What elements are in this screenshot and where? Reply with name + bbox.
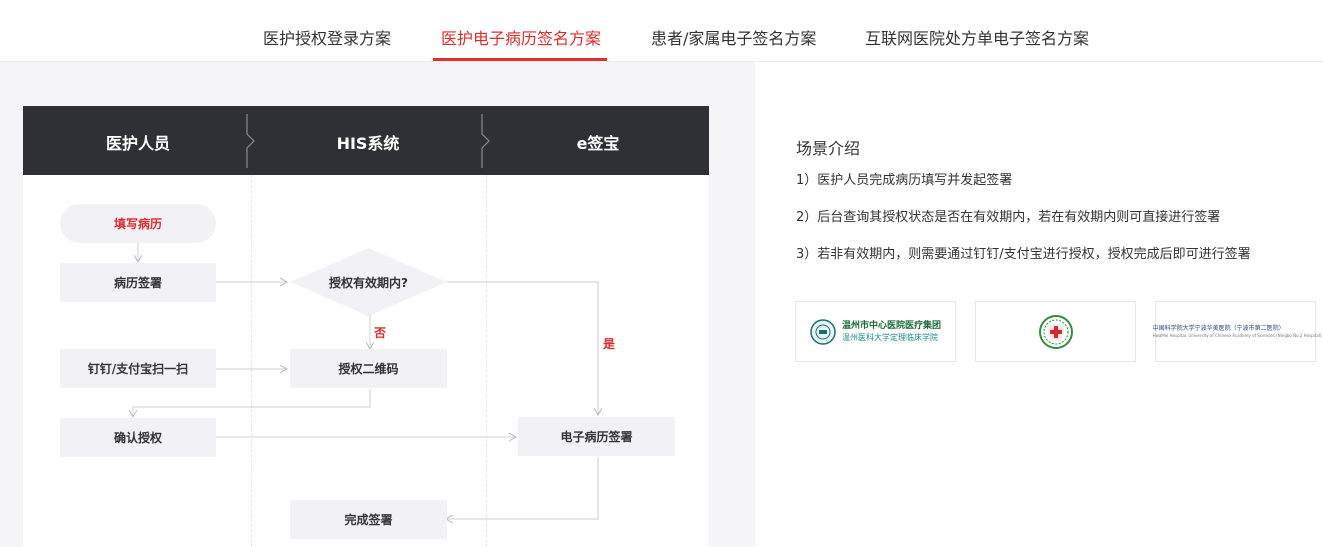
flowchart: 医护人员 HIS系统 e签宝 填写病历 病历签署 授权有效期内? 否 是 钉钉/… [23,106,709,547]
flow-connectors [23,243,709,547]
edge-label-yes: 是 [603,337,616,351]
tab-internet-hospital-prescription[interactable]: 互联网医院处方单电子签名方案 [865,25,1089,49]
logo-text: 温州市中心医院医疗集团 [841,320,941,331]
scenario-intro-title: 场景介绍 [796,139,861,158]
tab-patient-signature[interactable]: 患者/家属电子签名方案 [651,25,816,49]
edge-label-no: 否 [374,326,387,340]
tab-doctor-auth-login[interactable]: 医护授权登录方案 [263,25,391,49]
node-record-sign: 病历签署 [60,263,216,302]
solution-tabs: 医护授权登录方案 医护电子病历签名方案 患者/家属电子签名方案 互联网医院处方单… [0,0,1323,62]
hospital-emblem-icon [1038,314,1073,349]
decision-label: 授权有效期内? [329,275,408,290]
logo-text: 温州医科大学定理临床学院 [841,332,938,342]
client-logo-hospital-emblem [975,301,1136,362]
node-auth-valid-decision: 授权有效期内? [290,248,447,316]
node-auth-qr: 授权二维码 [290,349,447,388]
node-scan: 钉钉/支付宝扫一扫 [60,349,216,388]
scenario-intro-line: 1）医护人员完成病历填写并发起签署 [796,173,1013,188]
logo-text: HwaMei Hospital, University of Chinese A… [1152,332,1322,338]
scenario-intro-line: 3）若非有效期内，则需要通过钉钉/支付宝进行授权，授权完成后即可进行签署 [796,247,1251,262]
active-tab-indicator [433,58,607,61]
tab-emr-signature[interactable]: 医护电子病历签名方案 [441,25,601,49]
node-emr-sign: 电子病历签署 [518,417,675,456]
scenario-intro-line: 2）后台查询其授权状态是否在有效期内，若在有效期内则可直接进行签署 [796,210,1221,225]
hospital-seal-icon [810,318,836,345]
client-logo-wenzhou-central-hospital: 温州市中心医院医疗集团 温州医科大学定理临床学院 [795,301,956,362]
client-logo-huamei-hospital: 中国科学院大学宁波华美医院（宁波市第二医院） HwaMei Hospital, … [1153,301,1321,362]
node-complete-sign: 完成签署 [290,500,447,539]
node-fill-record: 填写病历 [60,204,216,243]
logo-text: 中国科学院大学宁波华美医院（宁波市第二医院） [1152,324,1285,332]
node-confirm-auth: 确认授权 [60,418,216,457]
